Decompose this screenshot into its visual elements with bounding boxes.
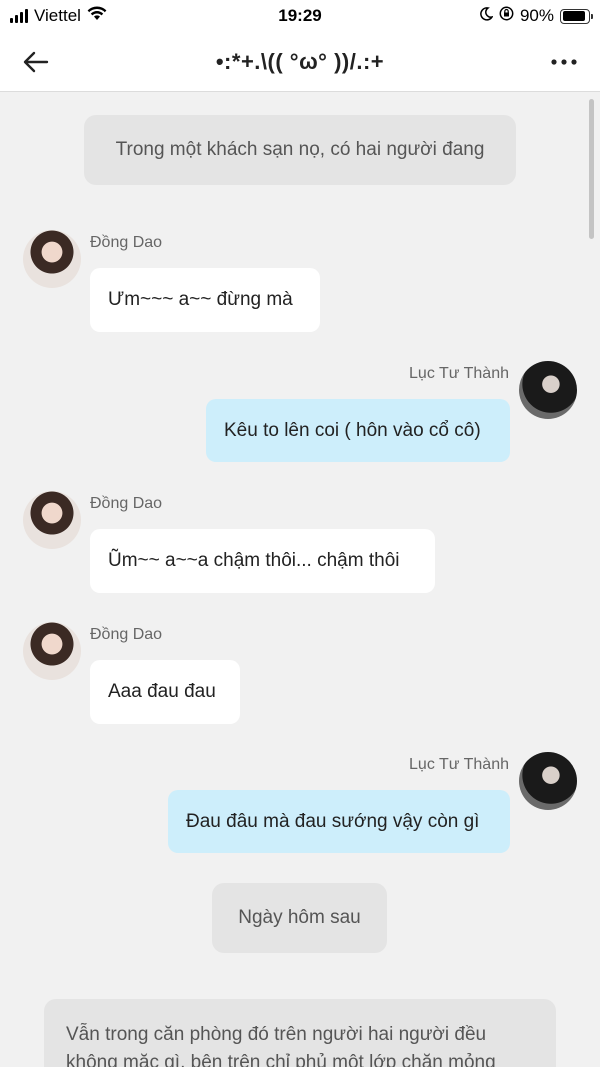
cellular-signal-icon	[10, 9, 28, 23]
carrier-name: Viettel	[34, 6, 81, 25]
incoming-message-bubble[interactable]: Ưm~~~ a~~ đừng mà	[90, 268, 320, 332]
chat-messages[interactable]: Trong một khách sạn nọ, có hai người đan…	[0, 93, 600, 1067]
narration-message: Vẫn trong căn phòng đó trên người hai ng…	[44, 999, 556, 1067]
back-button[interactable]	[20, 46, 52, 78]
chat-title: •:*+.\(( °ω° ))/.:+	[215, 48, 385, 74]
sender-name: Lục Tư Thành	[409, 756, 509, 773]
orientation-lock-icon	[499, 6, 514, 26]
battery-level	[562, 11, 585, 21]
battery-percent: 90%	[519, 6, 554, 25]
more-options-button[interactable]	[548, 46, 580, 78]
sender-name: Lục Tư Thành	[409, 365, 509, 382]
battery-icon	[560, 8, 593, 24]
avatar-luc-tu-thanh[interactable]	[519, 752, 577, 810]
wifi-icon	[87, 6, 107, 26]
avatar-luc-tu-thanh[interactable]	[519, 361, 577, 419]
sender-name: Đồng Dao	[90, 626, 163, 643]
avatar-dong-dao[interactable]	[23, 622, 81, 680]
avatar-dong-dao[interactable]	[23, 491, 81, 549]
narration-message: Ngày hôm sau	[212, 883, 387, 953]
incoming-message-bubble[interactable]: Aaa đau đau	[90, 660, 240, 724]
incoming-message-bubble[interactable]: Ũm~~ a~~a chậm thôi... chậm thôi	[90, 529, 435, 593]
outgoing-message-bubble[interactable]: Đau đâu mà đau sướng vậy còn gì	[168, 790, 510, 853]
sender-name: Đồng Dao	[90, 234, 163, 251]
status-bar: Viettel 19:29 90%	[0, 0, 600, 32]
narration-message: Trong một khách sạn nọ, có hai người đan…	[84, 115, 516, 185]
chat-header: •:*+.\(( °ω° ))/.:+	[0, 32, 600, 92]
scrollbar-thumb[interactable]	[589, 99, 594, 239]
more-horizontal-icon	[551, 58, 577, 65]
sender-name: Đồng Dao	[90, 495, 163, 512]
avatar-dong-dao[interactable]	[23, 230, 81, 288]
moon-icon	[479, 6, 494, 26]
arrow-left-icon	[23, 51, 49, 72]
outgoing-message-bubble[interactable]: Kêu to lên coi ( hôn vào cổ cô)	[206, 399, 510, 462]
